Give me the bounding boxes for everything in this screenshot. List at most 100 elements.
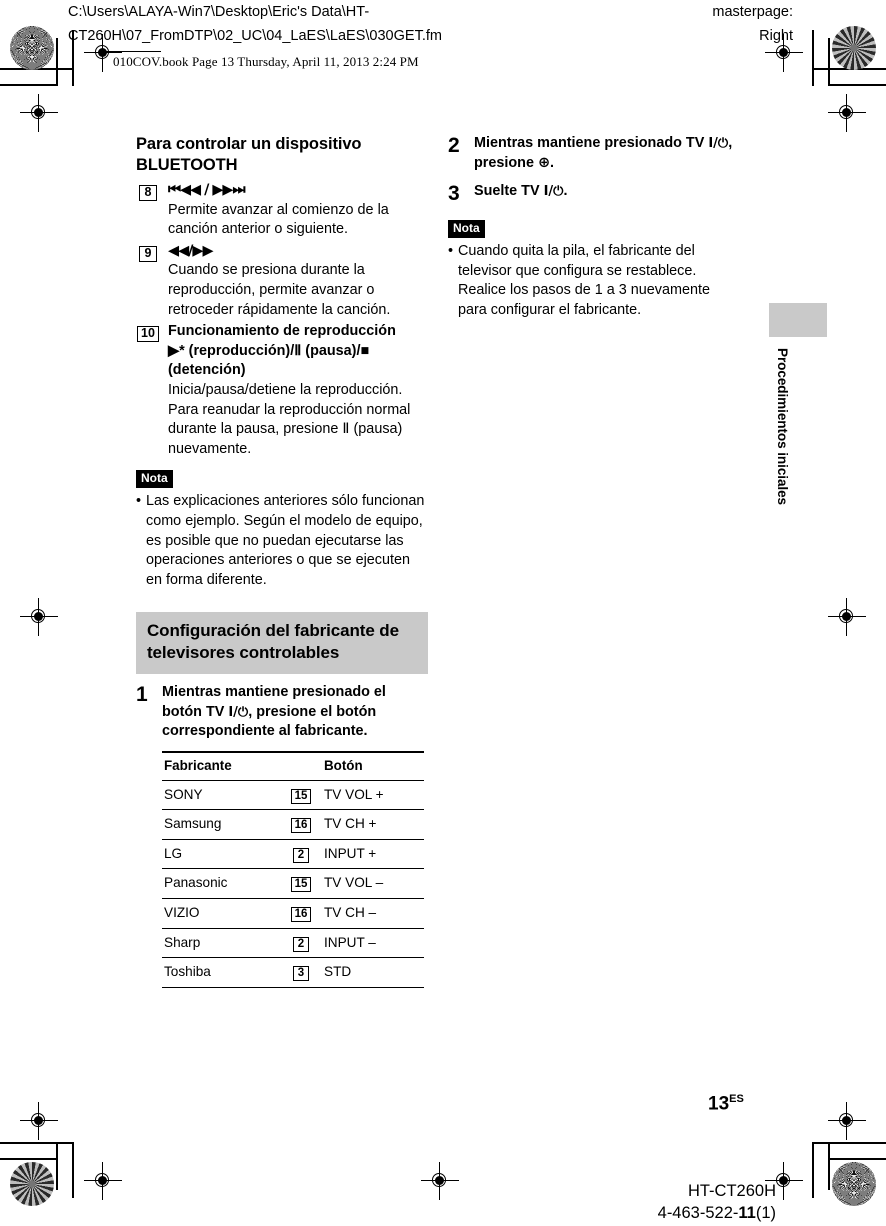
key-body-10: Funcionamiento de reproducción ▶* (repro… <box>168 322 428 459</box>
registration-mark-bottom-right-inner <box>421 1162 459 1200</box>
cell-button-label: TV VOL – <box>322 868 424 900</box>
table-body: SONY 15 TV VOL + Samsung 16 TV CH + LG 2… <box>162 780 424 988</box>
table-header-fabricante: Fabricante <box>162 751 284 781</box>
pause-icon: Ⅱ <box>342 421 350 438</box>
key-item-10: 10 Funcionamiento de reproducción ▶* (re… <box>136 322 428 459</box>
nota-badge: Nota <box>136 470 173 489</box>
cell-fabricante: SONY <box>162 780 284 811</box>
nota-item: Cuando quita la pila, el fabricante del … <box>448 242 740 320</box>
cell-button-label: STD <box>322 957 424 988</box>
registration-mark-upper-right <box>828 94 866 132</box>
button-number-badge: 16 <box>291 818 311 834</box>
step-text-1: Mientras mantiene presionado el botón TV… <box>162 683 428 742</box>
crop-line-top-right-vertical2 <box>828 38 830 86</box>
table-header-boton: Botón <box>322 751 424 781</box>
power-icon: I/⏻ <box>708 136 729 151</box>
key-glyph-rewind-forward: ◀◀/▶▶ <box>168 242 214 259</box>
crop-line-bottom-right-vertical <box>812 1142 814 1198</box>
nota-list-right: Cuando quita la pila, el fabricante del … <box>448 242 740 320</box>
crop-line-bottom-right-horizontal2 <box>829 1158 886 1160</box>
table-row: LG 2 INPUT + <box>162 839 424 870</box>
density-patch-top-left <box>10 26 54 70</box>
key-glyph-play-pause-stop: ▶* (reproducción)/Ⅱ (pausa)/■ (detención… <box>168 342 370 379</box>
step-text-2: Mientras mantiene presionado TV I/⏻, pre… <box>474 134 740 173</box>
page-folio: 13ES <box>708 1093 744 1115</box>
dtp-slug-divider <box>103 51 161 52</box>
crop-line-top-right-vertical <box>812 30 814 86</box>
step3-text-pre: Suelte TV <box>474 183 544 200</box>
key-desc-10-line1: Inicia/pausa/detiene la reproducción. <box>168 381 403 398</box>
table-header-row: Fabricante Botón <box>162 751 424 781</box>
step-number-1: 1 <box>136 683 148 707</box>
table-row: Sharp 2 INPUT – <box>162 928 424 959</box>
crop-line-bottom-right-vertical2 <box>828 1142 830 1190</box>
footer-model-code: HT-CT260H 4-463-522-11(1) <box>560 1180 776 1224</box>
crop-line-top-left-horizontal2 <box>0 84 57 86</box>
key-number-badge: 10 <box>136 322 160 459</box>
density-patch-top-right <box>832 26 876 70</box>
button-number-badge: 15 <box>291 877 311 893</box>
section-banner-tv-manufacturer: Configuración del fabricante de televiso… <box>136 612 428 675</box>
density-patch-bottom-right <box>832 1162 876 1206</box>
registration-mark-lower-left <box>20 1102 58 1140</box>
part-number: 4-463-522-11(1) <box>560 1202 776 1224</box>
cell-button-label: INPUT – <box>322 928 424 959</box>
table-row: VIZIO 16 TV CH – <box>162 898 424 929</box>
key-desc-9: Cuando se presiona durante la reproducci… <box>168 262 391 318</box>
side-tab-label: Procedimientos iniciales <box>775 348 790 506</box>
crop-line-bottom-left-vertical <box>72 1142 74 1198</box>
crop-line-bottom-left-horizontal2 <box>0 1158 57 1160</box>
page-number: 13 <box>708 1093 730 1115</box>
part-number-suffix: (1) <box>755 1204 776 1222</box>
cell-button-number: 15 <box>284 868 322 900</box>
enter-plus-circle-icon: ⊕ <box>537 154 551 171</box>
cell-fabricante: Sharp <box>162 928 284 959</box>
power-icon: I/⏻ <box>228 704 249 720</box>
right-column: 2 Mientras mantiene presionado TV I/⏻, p… <box>448 134 740 321</box>
step2-text-pre: Mientras mantiene presionado TV <box>474 135 709 151</box>
dtp-file-path: C:\Users\ALAYA-Win7\Desktop\Eric's Data\… <box>68 4 442 44</box>
cell-button-label: INPUT + <box>322 839 424 870</box>
cell-button-number: 16 <box>284 809 322 840</box>
key-body-9: ◀◀/▶▶ Cuando se presiona durante la repr… <box>168 242 428 320</box>
step-number-2: 2 <box>448 134 460 157</box>
key-number-badge: 8 <box>136 181 160 240</box>
key-number-10-label: 10 <box>137 326 159 343</box>
cell-button-number: 15 <box>284 780 322 811</box>
part-number-pre: 4-463-522- <box>657 1204 739 1222</box>
step2-text-post: . <box>550 154 555 171</box>
cell-fabricante: VIZIO <box>162 898 284 929</box>
model-number: HT-CT260H <box>687 1182 776 1200</box>
registration-mark-middle-left <box>20 598 58 636</box>
crop-line-bottom-left-vertical2 <box>56 1142 58 1190</box>
cell-fabricante: LG <box>162 839 284 870</box>
step-text-3: Suelte TV I/⏻. <box>474 182 740 204</box>
key-number-badge: 9 <box>136 242 160 320</box>
crop-line-bottom-left-horizontal <box>0 1142 73 1144</box>
dtp-masterpage-label: masterpage: Right <box>712 4 793 44</box>
power-icon: I/⏻ <box>543 184 564 200</box>
step3-text-post: . <box>563 183 568 200</box>
key-desc-10-line2: Para reanudar la reproducción normal dur… <box>168 401 428 460</box>
cell-button-label: TV CH – <box>322 898 424 929</box>
nota-list-left: Las explicaciones anteriores sólo funcio… <box>136 492 428 590</box>
button-number-badge: 16 <box>291 907 311 923</box>
cell-button-label: TV VOL + <box>322 780 424 811</box>
page-region-suffix: ES <box>729 1093 744 1105</box>
registration-mark-middle-right <box>828 598 866 636</box>
density-patch-bottom-left <box>10 1162 54 1206</box>
procedure-step-2: 2 Mientras mantiene presionado TV I/⏻, p… <box>448 134 740 173</box>
section-heading-bluetooth: Para controlar un dispositivo BLUETOOTH <box>136 135 362 174</box>
dtp-book-info: 010COV.book Page 13 Thursday, April 11, … <box>113 54 419 69</box>
registration-mark-bottom-left-inner <box>84 1162 122 1200</box>
cell-button-number: 16 <box>284 898 322 929</box>
procedure-step-1: 1 Mientras mantiene presionado el botón … <box>136 683 428 742</box>
procedure-step-3: 3 Suelte TV I/⏻. <box>448 182 740 204</box>
cell-button-number: 2 <box>284 839 322 870</box>
key-title-playback: Funcionamiento de reproducción <box>168 323 396 340</box>
cell-fabricante: Panasonic <box>162 868 284 900</box>
table-header-spacer <box>284 751 322 781</box>
side-tab-box <box>769 303 827 337</box>
cell-button-number: 2 <box>284 928 322 959</box>
key-body-8: ⏮◀◀ / ▶▶⏭ Permite avanzar al comienzo de… <box>168 181 428 240</box>
